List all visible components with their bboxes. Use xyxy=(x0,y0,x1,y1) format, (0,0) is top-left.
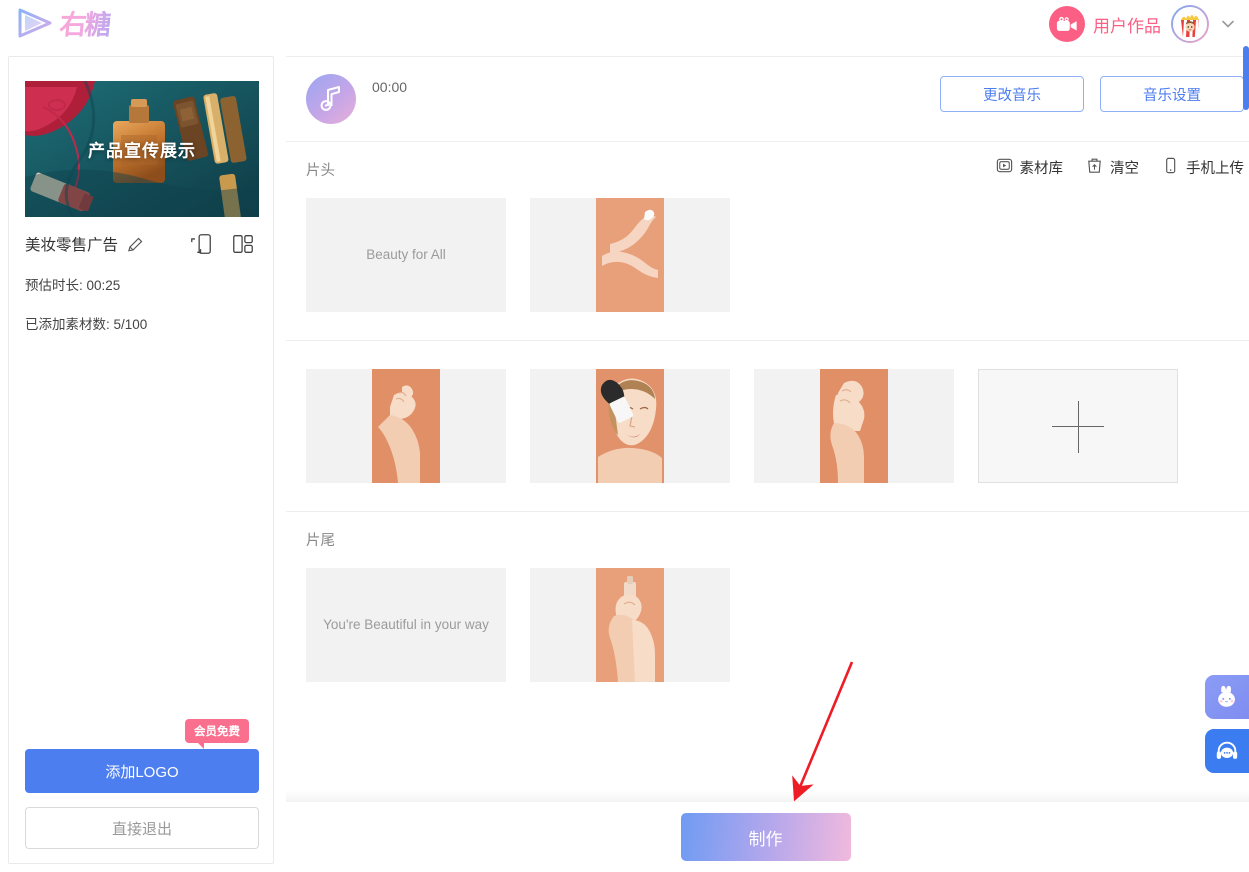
list-item[interactable]: Beauty for All xyxy=(306,198,506,312)
clip-thumbnail xyxy=(820,369,888,483)
clip-thumbnail xyxy=(372,369,440,483)
thumbnail-title-overlay: 产品宣传展示 xyxy=(88,141,196,161)
clip-thumbnail xyxy=(596,568,664,682)
user-works-label: 用户作品 xyxy=(1093,16,1161,36)
trash-icon xyxy=(1085,156,1104,179)
project-sidebar: 产品宣传展示 美妆零售广告 预估时长: 00:25 已添加素材数: 5/100 … xyxy=(8,56,274,864)
clip-thumbnail xyxy=(596,369,664,483)
list-item[interactable] xyxy=(530,568,730,682)
add-material-button[interactable] xyxy=(978,369,1178,483)
clear-label: 清空 xyxy=(1110,161,1139,177)
status-badge: 会员免费 xyxy=(185,719,249,749)
add-logo-button[interactable]: 添加LOGO xyxy=(25,749,259,793)
clear-button[interactable]: 清空 xyxy=(1085,156,1139,179)
app-header: 右糖 用户作品 xyxy=(0,0,1249,48)
music-note-icon[interactable] xyxy=(306,74,356,124)
make-video-button[interactable]: 制作 xyxy=(680,813,851,861)
project-name-row: 美妆零售广告 xyxy=(25,227,259,261)
opening-clip-strip: Beauty for All xyxy=(286,198,1249,312)
material-library-button[interactable]: 素材库 xyxy=(995,156,1064,179)
headset-support-icon[interactable] xyxy=(1205,729,1249,773)
video-library-icon xyxy=(995,156,1014,179)
exit-button[interactable]: 直接退出 xyxy=(25,807,259,849)
plus-icon-bar xyxy=(1052,426,1104,427)
music-timestamp: 00:00 xyxy=(372,79,408,95)
clip-thumbnail xyxy=(596,198,664,312)
mobile-upload-button[interactable]: 手机上传 xyxy=(1161,156,1244,179)
popcorn-crown-avatar[interactable] xyxy=(1171,5,1209,43)
ending-section-header: 片尾 xyxy=(286,512,1249,568)
add-logo-group: 会员免费 添加LOGO xyxy=(25,719,259,793)
list-item[interactable]: You're Beautiful in your way xyxy=(306,568,506,682)
project-thumbnail[interactable]: 产品宣传展示 xyxy=(25,81,259,217)
mobile-upload-label: 手机上传 xyxy=(1186,161,1244,177)
material-count: 已添加素材数: 5/100 xyxy=(25,317,148,332)
list-item[interactable] xyxy=(306,369,506,483)
app-root: 右糖 用户作品 产品宣传展示 美妆零售广告 预估时长: 00:25 已添加素材数… xyxy=(0,0,1249,872)
layout-grid-icon[interactable] xyxy=(231,232,255,256)
material-toolbar: 素材库 清空 手机上传 xyxy=(995,156,1244,179)
section-label-opening: 片头 xyxy=(306,163,335,179)
estimated-duration: 预估时长: 00:25 xyxy=(25,278,121,293)
page-title: 美妆零售广告 xyxy=(25,237,119,254)
middle-clip-strip xyxy=(286,341,1249,483)
music-bar: 00:00 更改音乐 音乐设置 xyxy=(286,57,1249,142)
brand-name: 右糖 xyxy=(58,3,112,42)
header-right-group: 用户作品 xyxy=(1049,0,1237,48)
chevron-down-icon[interactable] xyxy=(1219,15,1237,33)
clip-text: Beauty for All xyxy=(366,247,446,263)
list-item[interactable] xyxy=(530,369,730,483)
aspect-ratio-icon[interactable] xyxy=(189,232,213,256)
change-music-button[interactable]: 更改音乐 xyxy=(940,76,1084,112)
mobile-phone-icon xyxy=(1161,156,1180,179)
pencil-icon[interactable] xyxy=(126,235,145,254)
user-works-button[interactable]: 用户作品 xyxy=(1049,6,1161,42)
play-triangle-icon xyxy=(16,6,56,40)
list-item[interactable] xyxy=(754,369,954,483)
floating-side-rail xyxy=(1205,675,1249,773)
editor-footer: 制作 xyxy=(286,790,1249,872)
section-label-ending: 片尾 xyxy=(306,533,335,549)
list-item[interactable] xyxy=(530,198,730,312)
clip-text: You're Beautiful in your way xyxy=(323,617,489,633)
music-settings-button[interactable]: 音乐设置 xyxy=(1100,76,1244,112)
ending-clip-strip: You're Beautiful in your way xyxy=(286,568,1249,682)
material-library-label: 素材库 xyxy=(1019,161,1064,177)
video-camera-icon xyxy=(1049,6,1085,42)
rabbit-mascot-icon[interactable] xyxy=(1205,675,1249,719)
plus-icon xyxy=(1078,401,1079,453)
brand-logo[interactable]: 右糖 xyxy=(16,3,112,42)
opening-section-header: 片头 素材库 清空 手机上传 xyxy=(286,142,1249,198)
page-scrollbar[interactable] xyxy=(1243,46,1249,110)
editor-main-panel: 00:00 更改音乐 音乐设置 片头 素材库 清空 手机上传 Beauty fo… xyxy=(286,56,1249,801)
